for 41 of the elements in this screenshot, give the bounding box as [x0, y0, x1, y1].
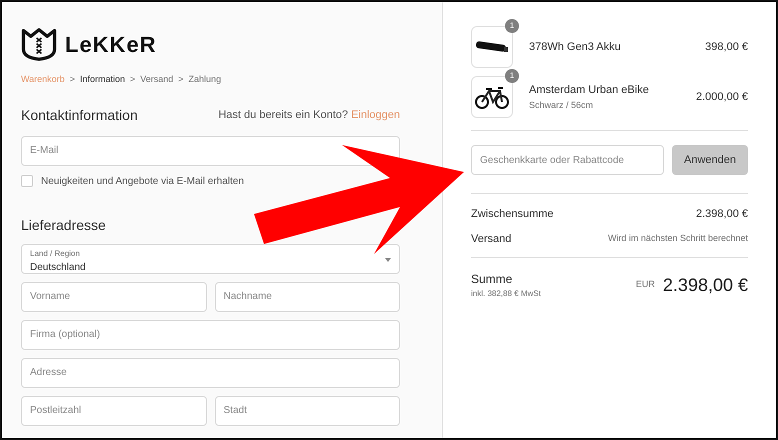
- summary-value: 2.398,00 €: [696, 207, 748, 222]
- quantity-badge: 1: [505, 19, 519, 33]
- section-title: Lieferadresse: [21, 216, 107, 234]
- currency-code: EUR: [636, 278, 655, 292]
- summary-label: Zwischensumme: [471, 207, 554, 222]
- total-amount: 2.398,00 €: [662, 274, 748, 296]
- breadcrumb-separator: >: [70, 73, 75, 86]
- field-label: Land / Region: [30, 248, 81, 260]
- product-name: 378Wh Gen3 Akku: [529, 40, 622, 55]
- text-field[interactable]: Nachname: [214, 282, 400, 312]
- text-field[interactable]: Firma (optional): [21, 320, 400, 350]
- email-field[interactable]: E-Mail: [21, 136, 400, 166]
- total-label: Summe: [471, 271, 514, 288]
- tax-note: inkl. 382,88 € MwSt: [471, 288, 541, 300]
- crown-shield-icon: [21, 28, 57, 61]
- breadcrumb-item: Versand: [140, 73, 174, 86]
- product-variant: Schwarz / 56cm: [529, 98, 594, 112]
- text-field[interactable]: Vorname: [21, 282, 206, 312]
- section-title: Kontaktinformation: [21, 106, 138, 124]
- quantity-badge: 1: [505, 69, 519, 83]
- newsletter-label: Neuigkeiten und Angebote via E-Mail erhalten: [41, 174, 244, 188]
- breadcrumb-separator: >: [178, 73, 184, 86]
- select-value: Deutschland: [30, 260, 87, 274]
- product-price: 398,00 €: [705, 40, 748, 55]
- breadcrumb-item: Information: [80, 73, 125, 86]
- discount-code-field[interactable]: Geschenkkarte oder Rabattcode: [471, 145, 664, 175]
- text-field[interactable]: Stadt: [214, 396, 400, 426]
- account-prompt: Hast du bereits ein Konto? Einloggen: [218, 108, 400, 123]
- product-price: 2.000,00 €: [696, 90, 748, 105]
- country-select[interactable]: Land / Region Deutschland: [21, 244, 400, 274]
- summary-value: Wird im nächsten Schritt berechnet: [608, 232, 748, 245]
- newsletter-checkbox[interactable]: [21, 175, 33, 187]
- breadcrumb-separator: >: [130, 73, 136, 86]
- caret-icon: [385, 258, 391, 262]
- text-field[interactable]: Postleitzahl: [21, 396, 206, 426]
- apply-button[interactable]: Anwenden: [672, 145, 748, 175]
- product-name: Amsterdam Urban eBike: [529, 83, 650, 98]
- brand-logo-text[interactable]: LeKKeR: [65, 28, 157, 61]
- summary-label: Versand: [471, 232, 512, 246]
- breadcrumb-item: Zahlung: [188, 73, 222, 86]
- text-field[interactable]: Adresse: [21, 358, 400, 388]
